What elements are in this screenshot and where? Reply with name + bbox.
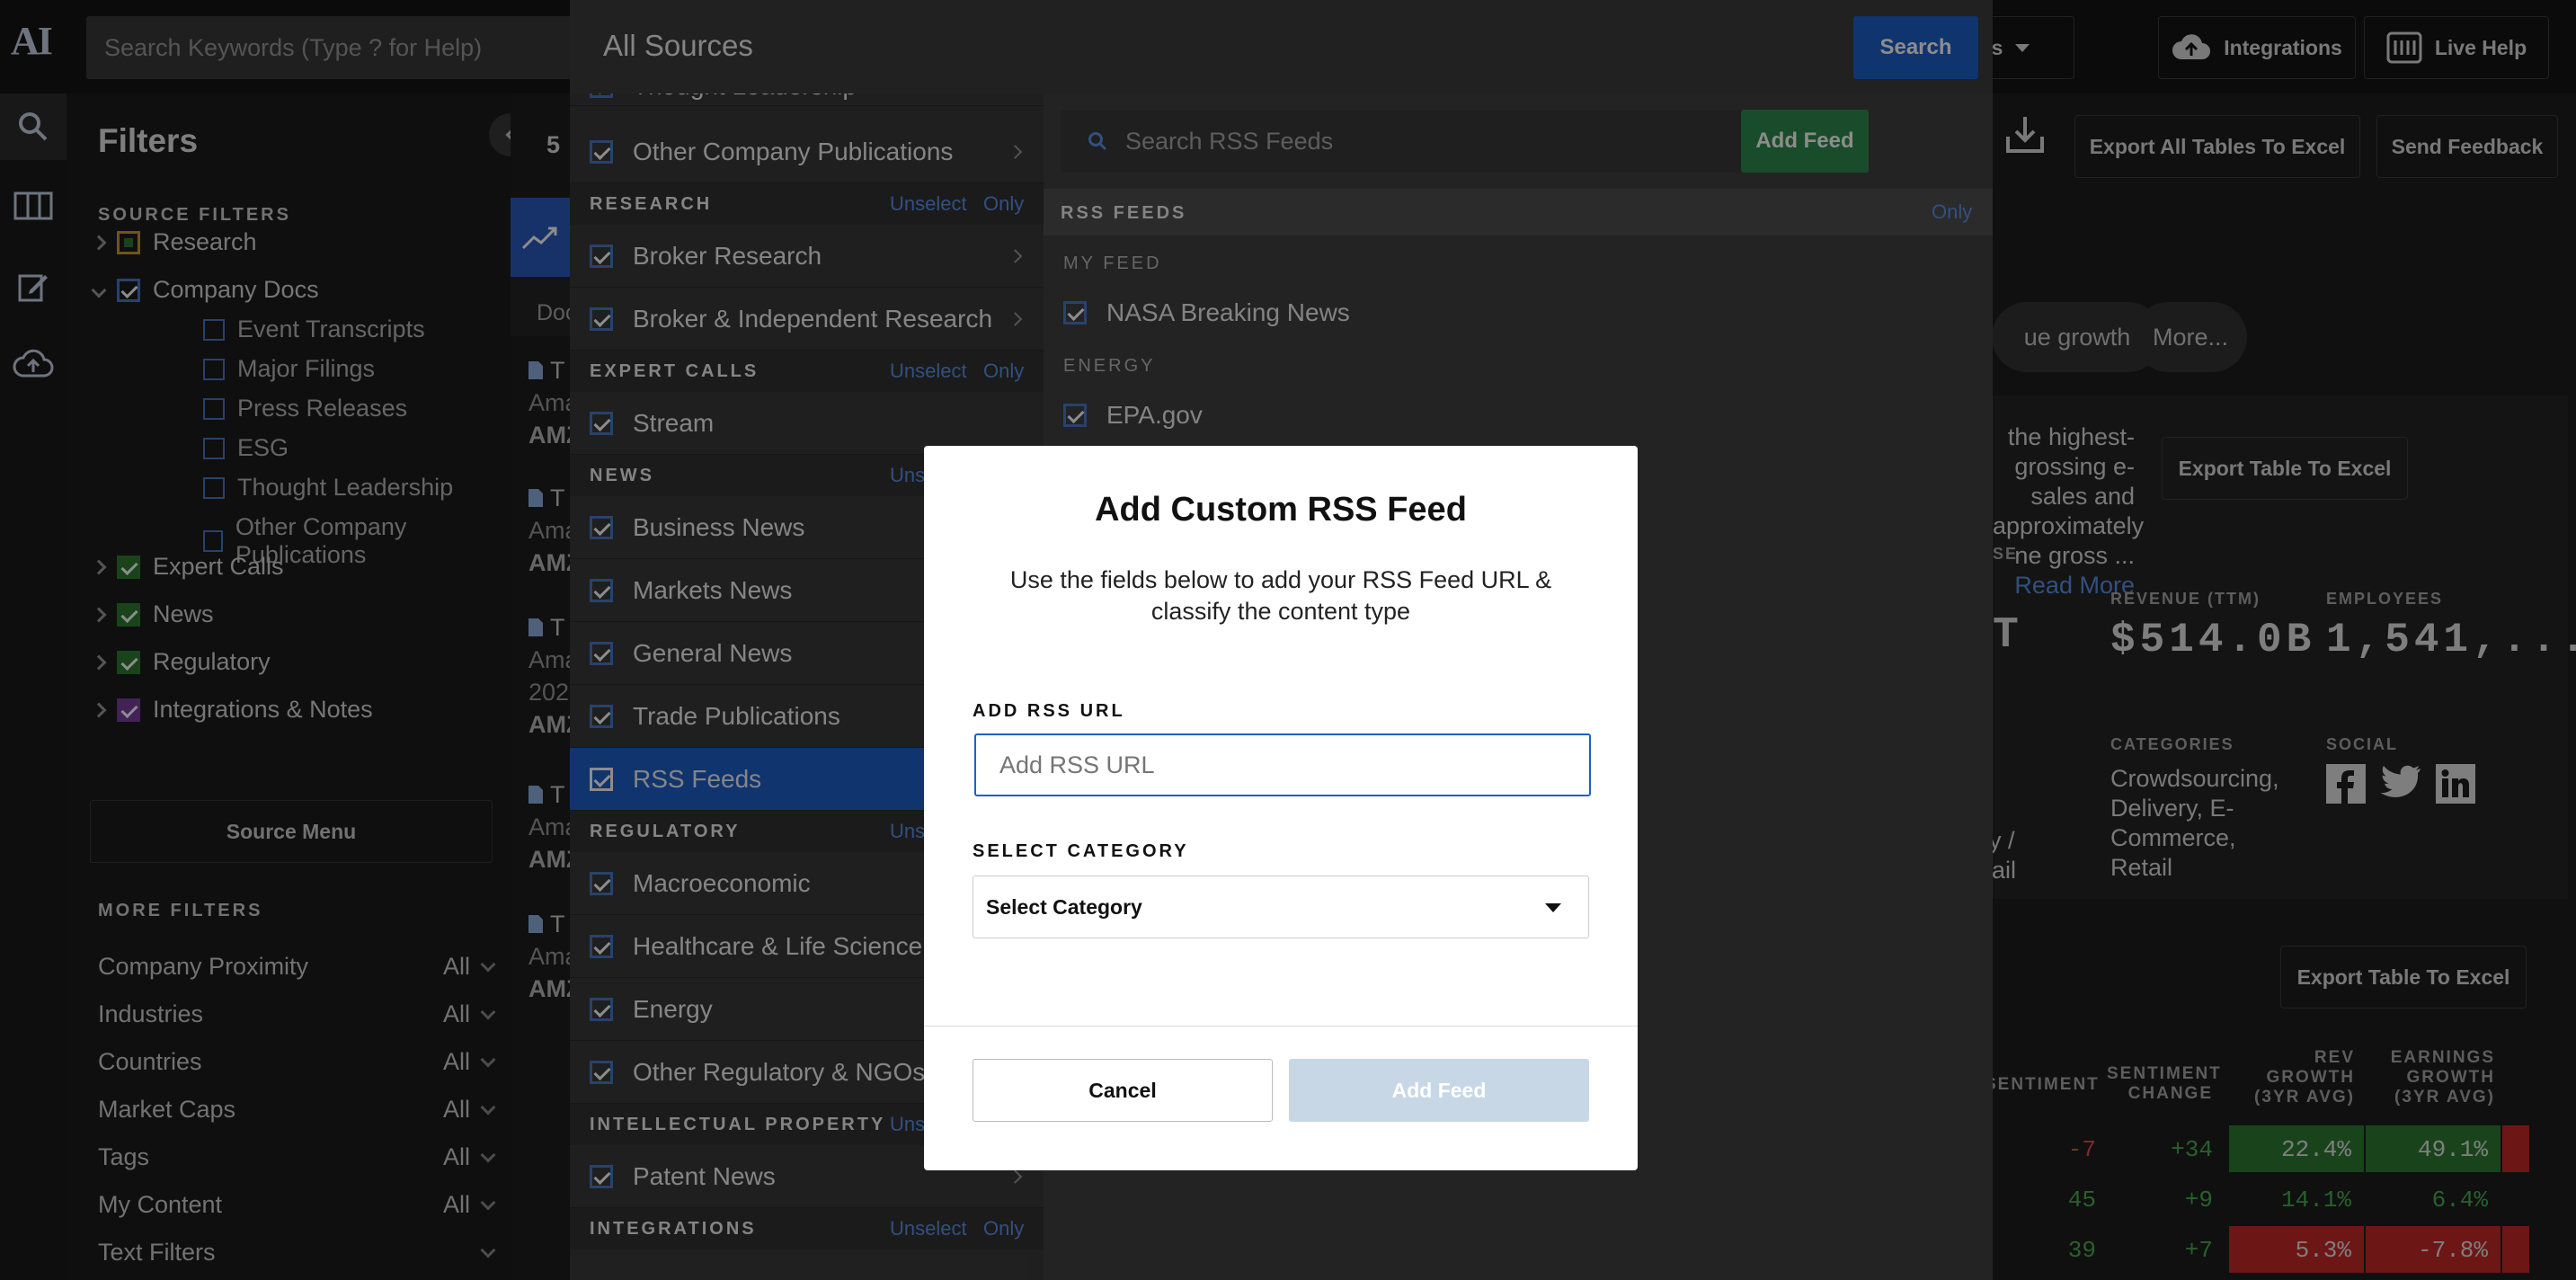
modal-add-feed-button[interactable]: Add Feed <box>1289 1059 1589 1122</box>
rss-url-input[interactable] <box>974 733 1591 796</box>
cancel-button[interactable]: Cancel <box>973 1059 1273 1122</box>
category-select[interactable]: Select Category <box>973 876 1589 938</box>
rss-url-label: ADD RSS URL <box>973 701 1125 721</box>
category-label: SELECT CATEGORY <box>973 841 1189 861</box>
add-rss-feed-modal: Add Custom RSS Feed Use the fields below… <box>924 446 1638 1170</box>
modal-divider <box>924 1026 1638 1027</box>
category-select-value: Select Category <box>986 894 1142 919</box>
caret-down-icon <box>1545 903 1561 912</box>
modal-title: Add Custom RSS Feed <box>1095 491 1467 529</box>
modal-description: Use the fields below to add your RSS Fee… <box>1009 566 1552 625</box>
